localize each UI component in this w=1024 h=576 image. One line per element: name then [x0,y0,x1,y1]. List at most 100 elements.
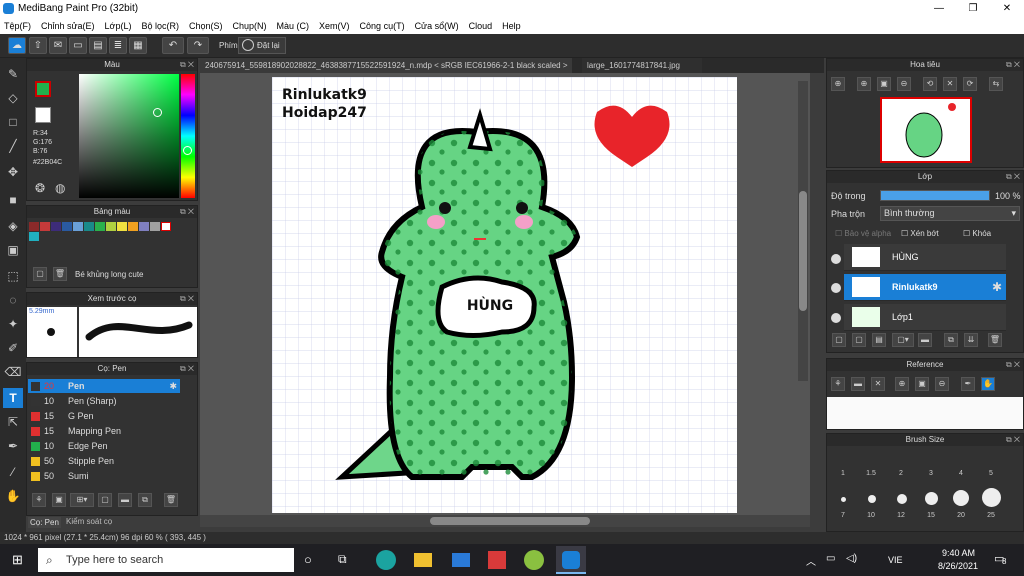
palette-swatch[interactable] [29,232,39,241]
mail-icon[interactable] [452,553,470,567]
palette-swatch[interactable] [62,222,72,231]
panel-controls-icon[interactable]: ⧉ ✕ [180,363,194,375]
horizontal-scrollbar[interactable] [200,515,810,527]
tab-brush-control[interactable]: Kiểm soát cọ [66,517,112,526]
panel-controls-icon[interactable]: ⧉ ✕ [1006,171,1020,183]
artwork-svg[interactable]: HÙNG Rinlukatk9 Hoidap247 [272,77,737,513]
layer-folder-icon[interactable]: ▬ [918,333,932,347]
hue-cursor[interactable] [183,146,192,155]
menu-window[interactable]: Cửa sổ(W) [415,21,459,31]
color-field[interactable] [79,74,179,198]
edge-icon[interactable] [376,550,396,570]
flip-icon[interactable]: ⇆ [989,77,1003,91]
menu-cloud[interactable]: Cloud [469,21,493,31]
rotate-left-icon[interactable]: ⟲ [923,77,937,91]
brush-size-option[interactable]: 1 [833,470,853,477]
palette-icon[interactable]: ❂ [35,181,49,195]
menu-tools[interactable]: Công cụ(T) [360,21,405,31]
eye-icon[interactable] [831,313,841,323]
delete-palette-icon[interactable]: 🗑 [53,267,67,281]
brush-icon[interactable]: ✎ [3,64,23,84]
fill-rect-icon[interactable]: ■ [3,190,23,210]
size-dot-10[interactable] [868,495,876,503]
eye-icon[interactable] [831,254,841,264]
brush-size-option[interactable]: 5 [981,470,1001,477]
menu-layer[interactable]: Lớp(L) [105,21,132,31]
grid-icon[interactable]: ▦ [129,37,147,54]
cloud-icon[interactable]: ☁ [8,37,26,54]
brush-copy-icon[interactable]: ⧉ [138,493,152,507]
layer-menu-icon[interactable]: ▢▾ [892,333,914,347]
medibang-taskbar-icon[interactable] [556,546,586,574]
reset-view-icon[interactable]: ✕ [943,77,957,91]
menu-view[interactable]: Xem(V) [319,21,350,31]
brush-size-option[interactable]: 12 [891,512,911,519]
size-dot-25[interactable] [982,488,1001,507]
brush-size-option[interactable]: 15 [921,512,941,519]
layer-row[interactable]: HÙNG [844,244,1006,271]
magic-wand-icon[interactable]: ✦ [3,314,23,334]
clipping[interactable]: ☐ Xén bớt [901,229,939,238]
hand-icon[interactable]: ✋ [3,486,23,506]
reference-close-icon[interactable]: ✕ [871,377,885,391]
clock-time[interactable]: 9:40 AM [942,548,975,558]
blend-select[interactable]: Bình thường ▾ [880,206,1020,221]
new-layer-icon[interactable]: ▢ [832,333,846,347]
brush-options-icon[interactable]: ▣ [52,493,66,507]
clock-date[interactable]: 8/26/2021 [938,561,978,571]
text-tool-icon[interactable]: T [3,388,23,408]
add-brush-icon[interactable]: ⚘ [32,493,46,507]
lasso-icon[interactable]: ◌ [3,290,23,310]
brush-size-option[interactable]: 3 [921,470,941,477]
cortana-icon[interactable]: ○ [304,552,312,567]
document-icon[interactable]: ▤ [89,37,107,54]
palette-swatch[interactable] [150,222,160,231]
zoom-in-icon[interactable]: ⊕ [831,77,845,91]
palette-swatch[interactable] [73,222,83,231]
gradient-icon[interactable]: ▣ [3,240,23,260]
panel-controls-icon[interactable]: ⧉ ✕ [180,206,194,218]
eraser-icon[interactable]: ◇ [3,88,23,108]
size-dot-12[interactable] [897,494,907,504]
alpha-protect[interactable]: ☐ Bảo vệ alpha [835,229,891,238]
maximize-button[interactable]: ❐ [956,0,990,17]
color-mode-icon[interactable]: ◍ [55,181,69,195]
size-dot-15[interactable] [925,492,938,505]
brush-add-menu-icon[interactable]: ⊞▾ [70,493,94,507]
undo-icon[interactable]: ↶ [162,37,184,54]
canvas-area[interactable]: HÙNG Rinlukatk9 Hoidap247 [200,73,810,527]
brush-item[interactable]: 50 Stipple Pen [28,454,180,468]
panel-controls-icon[interactable]: ⧉ ✕ [180,293,194,305]
volume-icon[interactable]: ◁) [846,553,857,564]
minimize-button[interactable]: — [922,0,956,17]
zoom-out-icon[interactable]: ⊖ [897,77,911,91]
reference-open-icon[interactable]: ▬ [851,377,865,391]
language-indicator[interactable]: VIE [888,555,903,565]
horizontal-scroll-thumb[interactable] [430,517,590,525]
file-explorer-icon[interactable] [414,553,432,567]
palette-swatch[interactable] [139,222,149,231]
duplicate-layer-icon[interactable]: ⧉ [944,333,958,347]
gear-icon[interactable]: ✱ [992,280,1002,294]
operation-icon[interactable]: ⇱ [3,412,23,432]
new-palette-icon[interactable]: ▢ [33,267,47,281]
background-color[interactable] [35,107,51,123]
reference-zoom-out-icon[interactable]: ⊖ [935,377,949,391]
palette-swatch[interactable] [128,222,138,231]
reference-dropper-icon[interactable]: ✒ [961,377,975,391]
rectangle-icon[interactable]: □ [3,112,23,132]
brush-item[interactable]: 10 Pen (Sharp) [28,394,180,408]
size-dot-7[interactable] [841,497,846,502]
palette-swatch[interactable] [161,222,171,231]
menu-edit[interactable]: Chỉnh sửa(E) [41,21,95,31]
drawing-canvas[interactable]: HÙNG Rinlukatk9 Hoidap247 [272,77,737,513]
delete-layer-icon[interactable]: 🗑 [988,333,1002,347]
task-view-icon[interactable]: ⧉ [338,552,347,567]
menu-select[interactable]: Chọn(S) [189,21,223,31]
dropper-icon[interactable]: ✒ [3,436,23,456]
hue-slider[interactable] [181,74,195,198]
brush-size-option[interactable]: 25 [981,512,1001,519]
panel-controls-icon[interactable]: ⧉ ✕ [1006,59,1020,71]
brush-item[interactable]: 50 Sumi [28,469,180,483]
color-picker-cursor[interactable] [153,108,162,117]
